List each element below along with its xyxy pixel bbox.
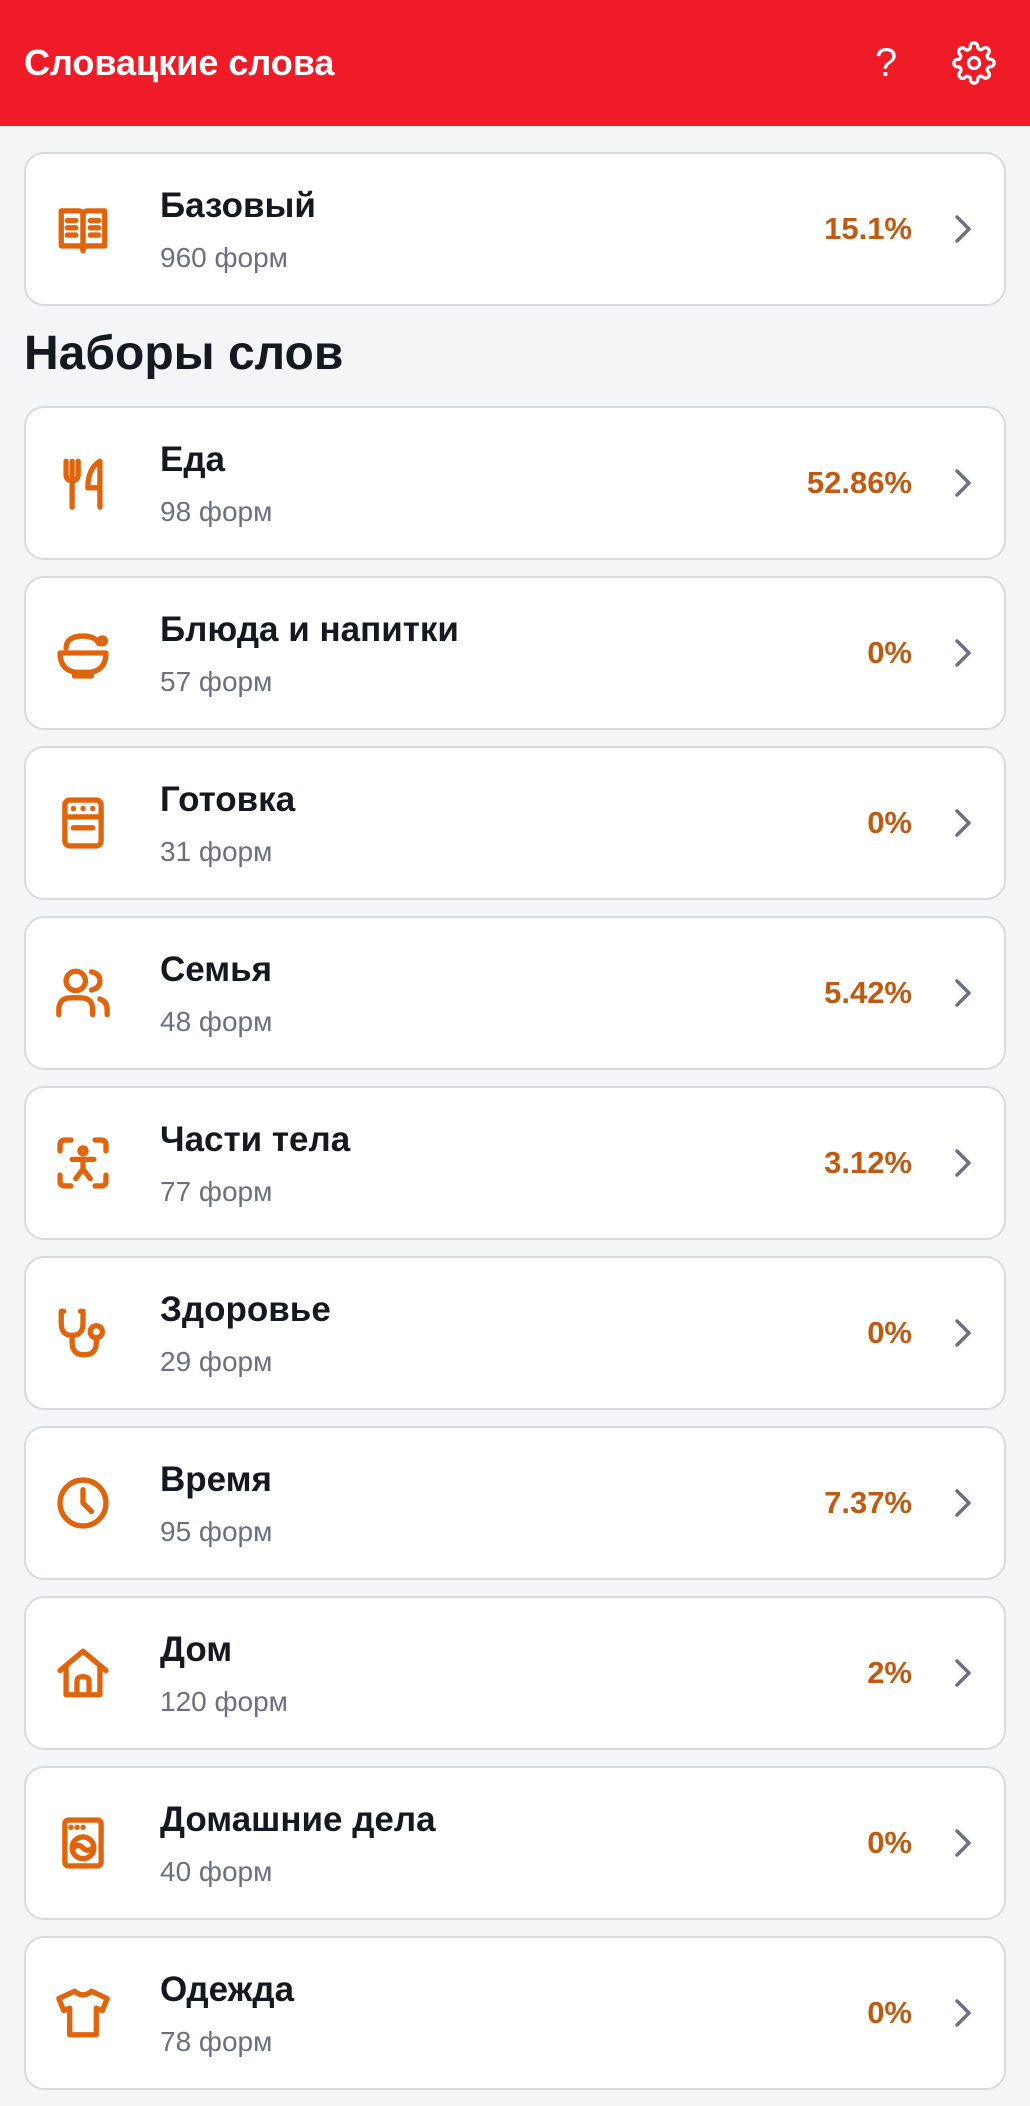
progress-percent: 7.37% xyxy=(824,1485,912,1520)
card-subtitle: 29 форм xyxy=(160,1346,273,1377)
card-subtitle: 77 форм xyxy=(160,1176,273,1207)
card-title: Дом xyxy=(160,1630,233,1669)
settings-button[interactable] xyxy=(942,31,1006,95)
chevron-right-icon xyxy=(955,1829,971,1857)
card-title: Одежда xyxy=(160,1970,295,2009)
progress-percent: 0% xyxy=(867,635,912,670)
card-subtitle: 57 форм xyxy=(160,666,273,697)
set-card-health[interactable]: Здоровье 29 форм 0% xyxy=(24,1256,1006,1410)
clock-icon xyxy=(50,1470,116,1536)
section-title: Наборы слов xyxy=(24,327,344,380)
progress-percent: 0% xyxy=(867,1995,912,2030)
fork-knife-icon xyxy=(50,450,116,516)
chevron-right-icon xyxy=(955,469,971,497)
card-title: Еда xyxy=(160,440,226,479)
people-icon xyxy=(50,960,116,1026)
body-scan-icon xyxy=(50,1130,116,1196)
chevron-right-icon xyxy=(955,1319,971,1347)
progress-percent: 3.12% xyxy=(824,1145,912,1180)
card-basic[interactable]: Базовый 960 форм 15.1% xyxy=(24,152,1006,306)
set-card-chores[interactable]: Домашние дела 40 форм 0% xyxy=(24,1766,1006,1920)
help-icon: ? xyxy=(874,40,898,85)
progress-percent: 52.86% xyxy=(806,465,912,500)
chevron-right-icon xyxy=(955,1999,971,2027)
chevron-right-icon xyxy=(955,809,971,837)
progress-percent: 0% xyxy=(867,805,912,840)
chevron-right-icon xyxy=(955,1489,971,1517)
house-icon xyxy=(50,1640,116,1706)
card-title: Здоровье xyxy=(160,1290,331,1329)
card-subtitle: 48 форм xyxy=(160,1006,273,1037)
card-title: Время xyxy=(160,1460,272,1499)
card-subtitle: 960 форм xyxy=(160,242,288,273)
chevron-right-icon xyxy=(955,1659,971,1687)
card-title: Базовый xyxy=(160,186,316,225)
card-title: Готовка xyxy=(160,780,296,819)
chevron-right-icon xyxy=(955,979,971,1007)
card-title: Семья xyxy=(160,950,273,989)
progress-percent: 0% xyxy=(867,1825,912,1860)
stove-icon xyxy=(50,790,116,856)
set-card-cooking[interactable]: Готовка 31 форм 0% xyxy=(24,746,1006,900)
progress-percent: 5.42% xyxy=(824,975,912,1010)
stethoscope-icon xyxy=(50,1300,116,1366)
set-card-family[interactable]: Семья 48 форм 5.42% xyxy=(24,916,1006,1070)
card-subtitle: 31 форм xyxy=(160,836,273,867)
chevron-right-icon xyxy=(955,1149,971,1177)
card-subtitle: 40 форм xyxy=(160,1856,273,1887)
card-title: Части тела xyxy=(160,1120,351,1159)
help-button[interactable]: ? xyxy=(854,31,918,95)
app-title: Словацкие слова xyxy=(24,42,335,83)
shirt-icon xyxy=(50,1980,116,2046)
book-icon xyxy=(50,196,116,262)
set-card-dishes-drinks[interactable]: Блюда и напитки 57 форм 0% xyxy=(24,576,1006,730)
washing-machine-icon xyxy=(50,1810,116,1876)
chevron-right-icon xyxy=(955,215,971,243)
card-subtitle: 120 форм xyxy=(160,1686,288,1717)
set-card-clothes[interactable]: Одежда 78 форм 0% xyxy=(24,1936,1006,2090)
card-subtitle: 78 форм xyxy=(160,2026,273,2057)
set-card-food[interactable]: Еда 98 форм 52.86% xyxy=(24,406,1006,560)
card-title: Блюда и напитки xyxy=(160,610,459,649)
card-title: Домашние дела xyxy=(160,1800,436,1839)
progress-percent: 0% xyxy=(867,1315,912,1350)
chevron-right-icon xyxy=(955,639,971,667)
progress-percent: 15.1% xyxy=(824,211,912,246)
set-card-home[interactable]: Дом 120 форм 2% xyxy=(24,1596,1006,1750)
bowl-icon xyxy=(50,620,116,686)
set-card-time[interactable]: Время 95 форм 7.37% xyxy=(24,1426,1006,1580)
gear-icon xyxy=(952,41,996,85)
card-subtitle: 98 форм xyxy=(160,496,273,527)
main-content: Базовый 960 форм 15.1% Наборы слов Еда 9… xyxy=(24,152,1006,2106)
app-bar: Словацкие слова ? xyxy=(0,0,1030,126)
card-subtitle: 95 форм xyxy=(160,1516,273,1547)
set-card-body-parts[interactable]: Части тела 77 форм 3.12% xyxy=(24,1086,1006,1240)
progress-percent: 2% xyxy=(867,1655,912,1690)
